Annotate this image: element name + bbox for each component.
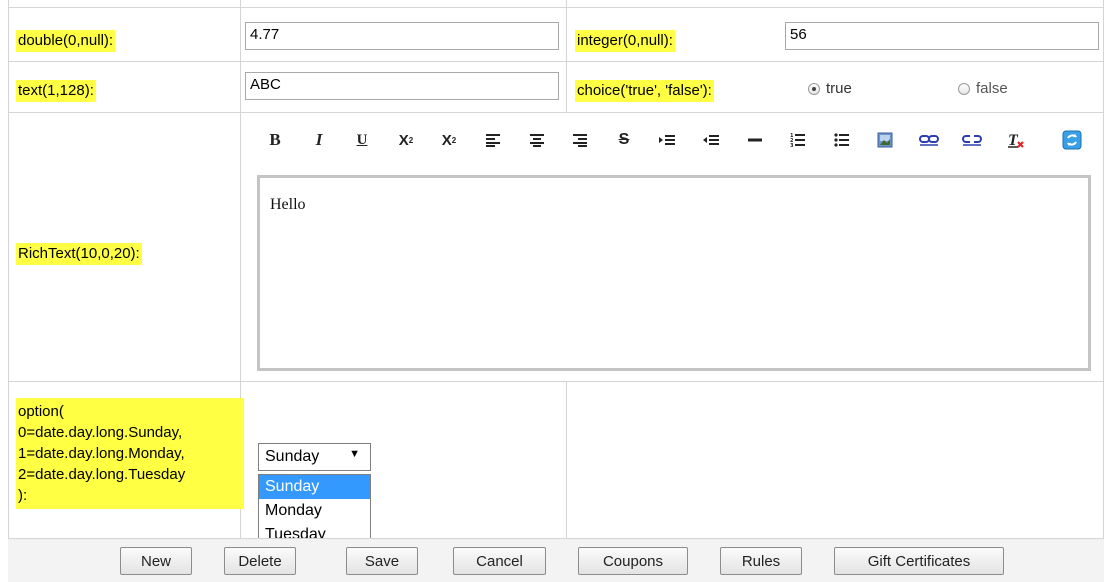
row-divider-top (8, 7, 1104, 8)
radio-label: false (976, 80, 1008, 97)
option-label-line: ): (18, 487, 28, 504)
row-divider (8, 381, 1104, 382)
choice-field-label: choice('true', 'false'): (575, 80, 714, 102)
svg-text:3: 3 (790, 143, 794, 148)
dropdown-arrow-icon: ▼ (349, 448, 360, 460)
horizontal-rule-icon[interactable] (742, 124, 768, 156)
superscript-icon[interactable]: X2 (436, 124, 462, 156)
double-field-label: double(0,null): (16, 30, 116, 52)
row-divider (8, 112, 1104, 113)
option-label-line: 1=date.day.long.Monday, (18, 445, 185, 462)
column-divider (566, 381, 567, 538)
day-dropdown-list: Sunday Monday Tuesday (258, 474, 371, 548)
strikethrough-icon[interactable]: S (611, 124, 637, 156)
image-icon[interactable] (872, 124, 898, 156)
bold-icon[interactable]: B (262, 124, 288, 156)
day-select-value: Sunday (265, 448, 320, 465)
radio-label: true (826, 80, 852, 97)
radio-unselected-icon (958, 82, 970, 95)
column-divider (8, 0, 9, 538)
indent-icon[interactable] (654, 124, 680, 156)
align-center-icon[interactable] (524, 124, 550, 156)
italic-icon[interactable]: I (306, 124, 332, 156)
ordered-list-icon[interactable]: 123 (785, 124, 811, 156)
text-input[interactable]: ABC (245, 72, 559, 100)
rules-button[interactable]: Rules (720, 547, 802, 575)
day-select[interactable]: Sunday ▼ (258, 443, 371, 471)
double-input[interactable]: 4.77 (245, 22, 559, 50)
subscript-icon[interactable]: X2 (393, 124, 419, 156)
column-divider (1103, 0, 1104, 538)
new-button[interactable]: New (120, 547, 192, 575)
choice-radio-true[interactable]: true (808, 80, 852, 97)
choice-radio-false[interactable]: false (958, 80, 1008, 97)
action-button-bar: New Delete Save Cancel Coupons Rules Gif… (8, 538, 1104, 582)
outdent-icon[interactable] (698, 124, 724, 156)
integer-field-label: integer(0,null): (575, 30, 675, 52)
link-icon[interactable] (916, 124, 942, 156)
richtext-editor[interactable]: Hello (257, 175, 1091, 371)
richtext-field-label: RichText(10,0,20): (16, 243, 142, 265)
richtext-content: Hello (270, 196, 306, 213)
integer-input[interactable]: 56 (785, 22, 1099, 50)
row-divider (8, 61, 1104, 62)
remove-format-icon[interactable]: T (1003, 124, 1029, 156)
richtext-toolbar: B I U X2 X2 S 123 T (262, 124, 1092, 156)
coupons-button[interactable]: Coupons (578, 547, 688, 575)
text-field-label: text(1,128): (16, 80, 96, 102)
save-button[interactable]: Save (346, 547, 418, 575)
radio-selected-icon (808, 82, 820, 95)
option-field-label: option( 0=date.day.long.Sunday, 1=date.d… (16, 398, 244, 509)
option-label-line: 0=date.day.long.Sunday, (18, 424, 183, 441)
option-label-line: 2=date.day.long.Tuesday (18, 466, 186, 483)
dropdown-option-monday[interactable]: Monday (259, 499, 370, 523)
dropdown-option-sunday[interactable]: Sunday (259, 475, 370, 499)
cancel-button[interactable]: Cancel (453, 547, 546, 575)
gift-certificates-button[interactable]: Gift Certificates (834, 547, 1004, 575)
unlink-icon[interactable] (959, 124, 985, 156)
unordered-list-icon[interactable] (829, 124, 855, 156)
align-right-icon[interactable] (567, 124, 593, 156)
align-left-icon[interactable] (480, 124, 506, 156)
option-label-line: option( (18, 403, 64, 420)
source-toggle-icon[interactable] (1059, 124, 1085, 156)
column-divider (566, 0, 567, 112)
delete-button[interactable]: Delete (224, 547, 296, 575)
underline-icon[interactable]: U (349, 124, 375, 156)
